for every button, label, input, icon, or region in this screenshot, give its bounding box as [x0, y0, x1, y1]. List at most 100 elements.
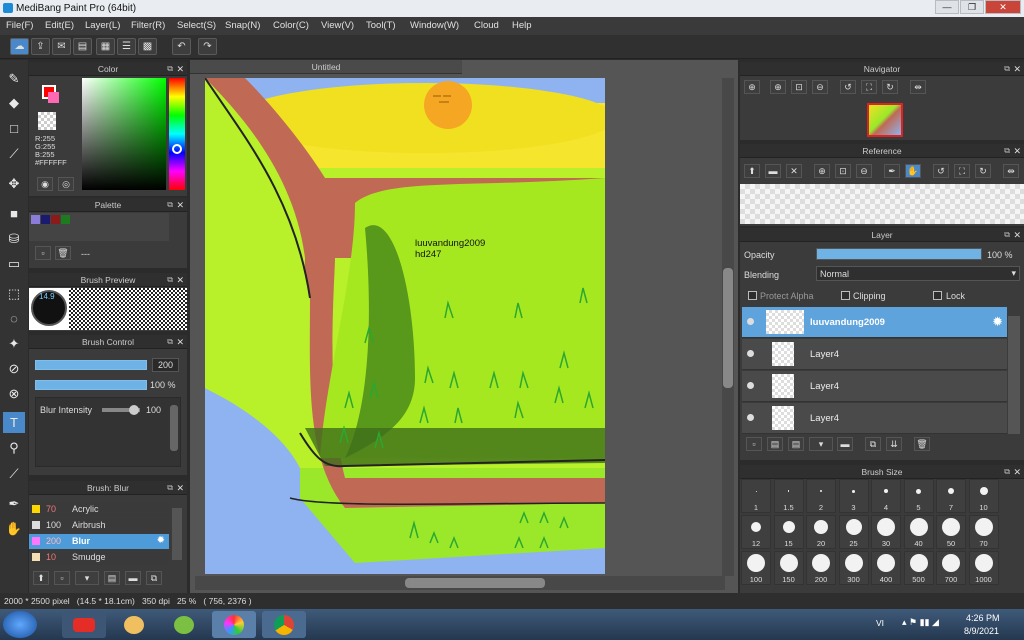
close-icon[interactable]: ✕: [1013, 228, 1021, 242]
chrome-icon[interactable]: [262, 611, 306, 638]
undo-icon[interactable]: ↶: [172, 38, 191, 55]
zoom-in-icon[interactable]: ⊕: [770, 80, 786, 94]
canvas-vscroll-thumb[interactable]: [723, 268, 733, 388]
new-brush-icon[interactable]: ▫: [54, 571, 70, 585]
language-indicator[interactable]: VI: [876, 618, 884, 628]
palette-color-3[interactable]: [51, 215, 60, 224]
menu-select[interactable]: Select(S): [177, 20, 216, 31]
lasso-icon[interactable]: ◌: [3, 308, 25, 329]
brush-copy-icon[interactable]: ▤: [104, 571, 120, 585]
line-icon[interactable]: ⟋: [3, 143, 25, 164]
hue-handle[interactable]: [172, 144, 182, 154]
popout-icon[interactable]: ⧉: [167, 62, 173, 76]
ref-eyedropper-icon[interactable]: ✒: [884, 164, 900, 178]
operation-icon[interactable]: ⚲: [3, 437, 25, 458]
redo-icon[interactable]: ↷: [198, 38, 217, 55]
brush-item-airbrush[interactable]: 100 Airbrush: [29, 518, 169, 533]
close-icon[interactable]: ✕: [176, 198, 184, 212]
hue-slider[interactable]: [169, 78, 185, 190]
menu-filter[interactable]: Filter(R): [131, 20, 165, 31]
blending-select[interactable]: Normal ▾: [816, 266, 1020, 281]
drawing-canvas[interactable]: luuvandung2009 hd247: [205, 78, 605, 574]
restore-button[interactable]: ❐: [960, 0, 984, 14]
eye-icon[interactable]: [747, 414, 754, 421]
gear-icon[interactable]: ✹: [992, 314, 1003, 330]
brush-item-blur[interactable]: 200 Blur ✹: [29, 534, 169, 549]
layer-scrollbar[interactable]: [1008, 316, 1020, 434]
close-icon[interactable]: ✕: [176, 273, 184, 287]
popout-icon[interactable]: ⧉: [167, 273, 173, 287]
move-icon[interactable]: ✥: [3, 173, 25, 194]
popout-icon[interactable]: ⧉: [1004, 228, 1010, 242]
popout-icon[interactable]: ⧉: [1004, 465, 1010, 479]
color-mode-icon[interactable]: ◉: [37, 177, 53, 191]
ref-rotate-left-icon[interactable]: ↺: [933, 164, 949, 178]
menu-tool[interactable]: Tool(T): [366, 20, 396, 31]
app-icon[interactable]: [162, 611, 206, 638]
layer-folder-icon[interactable]: ▬: [837, 437, 853, 451]
menu-file[interactable]: File(F): [6, 20, 33, 31]
duplicate-layer-icon[interactable]: ⧉: [865, 437, 881, 451]
menu-layer[interactable]: Layer(L): [85, 20, 120, 31]
close-icon[interactable]: ✕: [1013, 62, 1021, 76]
eye-icon[interactable]: [747, 350, 754, 357]
eye-icon[interactable]: [747, 382, 754, 389]
shape-fill-icon[interactable]: ■: [3, 203, 25, 224]
brush-folder-icon[interactable]: ▬: [125, 571, 141, 585]
fit-window-icon[interactable]: ⛶: [861, 80, 877, 94]
close-icon[interactable]: ✕: [176, 62, 184, 76]
gear-icon[interactable]: ✹: [157, 535, 165, 546]
rotate-left-icon[interactable]: ↺: [840, 80, 856, 94]
ref-fit-icon[interactable]: ⊡: [835, 164, 851, 178]
close-icon[interactable]: ✕: [1013, 465, 1021, 479]
new-palette-icon[interactable]: ▫: [35, 246, 51, 260]
palette-color-1[interactable]: [31, 215, 40, 224]
delete-layer-icon[interactable]: 🗑: [914, 437, 930, 451]
add-layer-menu-icon[interactable]: ▾: [809, 437, 833, 451]
ref-upload-icon[interactable]: ⬆: [744, 164, 760, 178]
pen-icon[interactable]: ✎: [3, 68, 25, 89]
gradient-icon[interactable]: ▭: [3, 253, 25, 274]
text-icon[interactable]: T: [3, 412, 25, 433]
popout-icon[interactable]: ⧉: [1004, 62, 1010, 76]
saturation-box[interactable]: [82, 78, 166, 190]
zoom-fit-icon[interactable]: ⊕: [744, 80, 760, 94]
hand-icon[interactable]: ✋: [3, 518, 25, 539]
ref-fit-window-icon[interactable]: ⛶: [954, 164, 970, 178]
layers-icon[interactable]: ▦: [96, 38, 115, 55]
layer-row[interactable]: Layer4: [742, 339, 1007, 370]
zoom-actual-icon[interactable]: ⊡: [791, 80, 807, 94]
close-icon[interactable]: ✕: [1013, 144, 1021, 158]
ref-hand-icon[interactable]: ✋: [905, 164, 921, 178]
menu-edit[interactable]: Edit(E): [45, 20, 74, 31]
menu-help[interactable]: Help: [512, 20, 532, 31]
popout-icon[interactable]: ⧉: [167, 198, 173, 212]
menu-snap[interactable]: Snap(N): [225, 20, 260, 31]
paint-icon[interactable]: [112, 611, 156, 638]
popout-icon[interactable]: ⧉: [167, 335, 173, 349]
new-halftone-icon[interactable]: ▤: [788, 437, 804, 451]
brush-options-scrollbar[interactable]: [170, 405, 178, 451]
brush-item-acrylic[interactable]: 70 Acrylic: [29, 502, 169, 517]
fill-icon[interactable]: ⛁: [3, 228, 25, 249]
flip-icon[interactable]: ⇹: [910, 80, 926, 94]
youtube-icon[interactable]: [62, 611, 106, 638]
zoom-out-icon[interactable]: ⊖: [812, 80, 828, 94]
select-eraser-icon[interactable]: ⊗: [3, 383, 25, 404]
popout-icon[interactable]: ⧉: [167, 481, 173, 495]
start-button[interactable]: [3, 611, 37, 638]
ref-zoom-in-icon[interactable]: ⊕: [814, 164, 830, 178]
minimize-button[interactable]: —: [935, 0, 959, 14]
navigator-thumbnail[interactable]: [867, 103, 903, 137]
brush-opacity-slider[interactable]: [35, 380, 147, 390]
eraser-icon[interactable]: ◆: [3, 92, 25, 113]
secondary-color-swatch[interactable]: [48, 92, 59, 103]
add-brush-icon[interactable]: ⬆: [33, 571, 49, 585]
blur-intensity-handle[interactable]: [129, 405, 139, 415]
menu-color[interactable]: Color(C): [273, 20, 309, 31]
select-pen-icon[interactable]: ⊘: [3, 358, 25, 379]
ref-flip-icon[interactable]: ⇹: [1003, 164, 1019, 178]
clipping-checkbox[interactable]: [841, 291, 850, 300]
rotate-right-icon[interactable]: ↻: [882, 80, 898, 94]
grid-icon[interactable]: ▩: [138, 38, 157, 55]
